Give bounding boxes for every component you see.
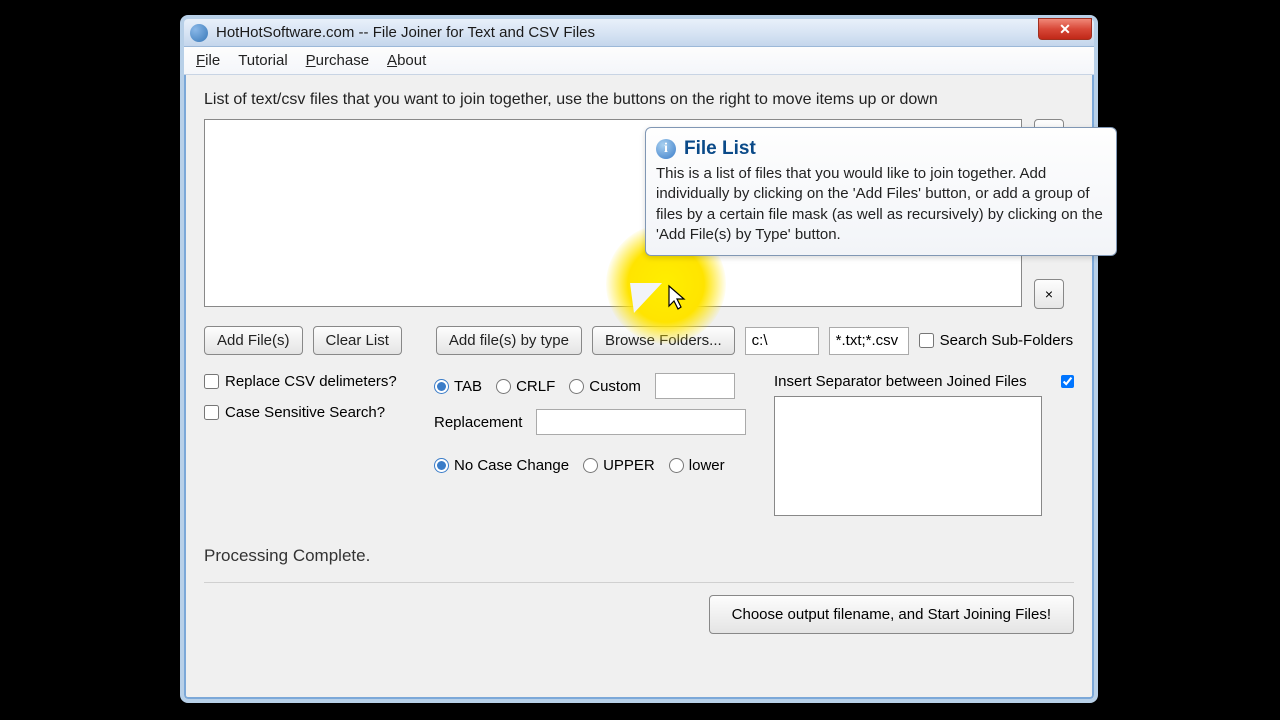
radio-no-case[interactable]: No Case Change [434,457,569,474]
add-by-type-button[interactable]: Add file(s) by type [436,326,582,355]
menubar: File Tutorial Purchase About [184,47,1094,75]
replacement-label: Replacement [434,414,522,431]
mask-input[interactable] [829,327,909,355]
app-window: HotHotSoftware.com -- File Joiner for Te… [180,15,1098,703]
path-input[interactable] [745,327,819,355]
case-sensitive-checkbox[interactable]: Case Sensitive Search? [204,404,434,421]
app-icon [190,24,208,42]
delimiter-radio-group: TAB CRLF Custom [434,373,774,399]
insert-separator-checkbox[interactable] [1061,375,1074,388]
menu-file[interactable]: File [196,52,220,69]
remove-item-button[interactable]: × [1034,279,1064,309]
close-button[interactable]: ✕ [1038,18,1092,40]
tooltip-title: File List [684,138,756,160]
tooltip-body: This is a list of files that you would l… [656,164,1106,245]
file-buttons-row: Add File(s) Clear List Add file(s) by ty… [204,326,1074,355]
separator-textarea[interactable] [774,396,1042,516]
clear-list-button[interactable]: Clear List [313,326,402,355]
case-radio-group: No Case Change UPPER lower [434,457,774,474]
menu-tutorial[interactable]: Tutorial [238,52,287,69]
file-list-area: × i File List This is a list of files th… [204,119,1074,312]
menu-about[interactable]: About [387,52,426,69]
divider [204,582,1074,583]
browse-folders-button[interactable]: Browse Folders... [592,326,735,355]
radio-tab[interactable]: TAB [434,378,482,395]
radio-upper[interactable]: UPPER [583,457,655,474]
radio-lower[interactable]: lower [669,457,725,474]
menu-purchase[interactable]: Purchase [306,52,369,69]
info-icon: i [656,139,676,159]
custom-delimiter-input[interactable] [655,373,735,399]
tooltip-file-list: i File List This is a list of files that… [645,127,1117,256]
client-area: List of text/csv files that you want to … [184,75,1094,644]
status-text: Processing Complete. [204,546,1074,566]
search-subfolders-checkbox[interactable]: Search Sub-Folders [919,332,1073,349]
radio-custom[interactable]: Custom [569,378,641,395]
insert-separator-label: Insert Separator between Joined Files [774,373,1027,390]
close-icon: ✕ [1059,21,1071,38]
replace-delimiters-checkbox[interactable]: Replace CSV delimeters? [204,373,434,390]
instruction-text: List of text/csv files that you want to … [204,91,1074,109]
start-joining-button[interactable]: Choose output filename, and Start Joinin… [709,595,1074,634]
replacement-input[interactable] [536,409,746,435]
add-files-button[interactable]: Add File(s) [204,326,303,355]
titlebar[interactable]: HotHotSoftware.com -- File Joiner for Te… [184,19,1094,47]
window-title: HotHotSoftware.com -- File Joiner for Te… [216,24,595,41]
radio-crlf[interactable]: CRLF [496,378,555,395]
